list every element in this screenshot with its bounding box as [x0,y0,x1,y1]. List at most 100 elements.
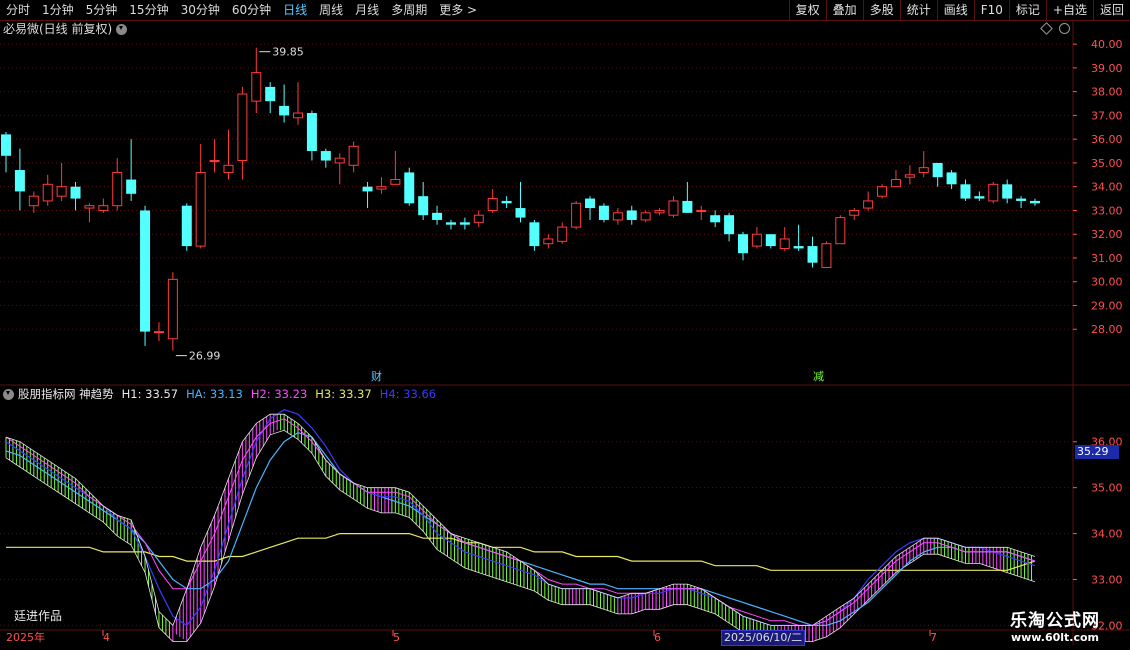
date-axis: 2025年 4 5 6 7 [0,631,1075,645]
date-label-jun: 6 [654,631,661,644]
candle-body-3 [42,183,53,202]
candle-body-37 [515,208,526,218]
candle-body-34 [473,214,484,223]
ind-line-h1 [5,413,1036,627]
candle-body-18 [251,72,262,102]
candle-body-43 [598,205,609,220]
candle-body-4 [56,186,67,197]
date-label-apr: 4 [103,631,110,644]
candle-body-55 [765,234,776,247]
candle-body-19 [265,86,276,102]
candle-body-50 [696,209,707,212]
candle-body-73 [1016,198,1027,201]
price-axis-label-6: 34.00 [1091,181,1123,194]
candle-body-15 [209,160,220,163]
candle-body-17 [237,93,248,162]
candle-body-27 [376,186,387,190]
price-axis-label-2: 38.00 [1091,86,1123,99]
watermark-title: 乐淘公式网 [1010,611,1100,631]
candle-body-71 [988,183,999,202]
price-axis-label-0: 40.00 [1091,38,1123,51]
tag-reduce[interactable]: 减 [813,371,824,383]
candle-body-74 [1030,200,1040,204]
stock-chart[interactable]: 40.00 39.00 38.00 37.00 36.00 35.00 34.00 33.00… [0,0,1130,650]
candle-body-44 [612,212,623,221]
candle-body-67 [932,162,943,178]
candle-body-22 [306,113,317,152]
price-axis-label-10: 30.00 [1091,276,1123,289]
candle-body-61 [849,209,860,216]
candle-body-2 [28,195,39,207]
candle-body-72 [1002,184,1013,199]
candle-body-11 [153,331,164,334]
cursor-date-badge: 2025/06/10/二 [721,630,806,646]
candle-body-12 [167,278,178,340]
ind-line-ha [5,431,1036,626]
candle-body-68 [946,172,957,185]
date-label-year: 2025年 [6,631,45,644]
date-label-may: 5 [393,631,400,644]
candle-body-49 [682,200,693,213]
ind-axis-label-1: 35.00 [1091,482,1123,495]
current-indicator-value: 35.29 [1075,445,1119,459]
candle-body-66 [918,167,929,173]
ind-line-h2 [5,418,1036,626]
candle-body-1 [14,170,25,192]
candle-body-35 [487,198,498,211]
candle-body-21 [293,112,304,119]
candle-body-0 [1,134,11,156]
candle-body-48 [668,200,679,216]
candle-body-7 [98,205,109,211]
price-axis-label-8: 32.00 [1091,228,1123,241]
price-axis-label-9: 31.00 [1091,252,1123,265]
candle-body-28 [390,179,401,185]
candle-body-33 [459,222,470,225]
candle-body-52 [724,215,735,235]
candle-body-36 [501,200,512,204]
candle-body-41 [571,202,582,228]
candle-body-63 [877,186,888,197]
price-axis-label-4: 36.00 [1091,133,1123,146]
candle-body-9 [126,179,137,194]
author-label: 廷进作品 [14,609,63,623]
candle-body-57 [793,246,804,249]
candle-body-8 [112,171,123,207]
candle-body-29 [404,172,415,204]
date-label-jul: 7 [930,631,937,644]
candle-body-56 [779,238,790,249]
candle-body-5 [70,186,81,199]
high-price-label: 39.85 [272,46,304,59]
candle-body-13 [181,205,192,247]
candle-body-42 [585,198,596,209]
candle-body-45 [626,210,637,220]
candle-body-16 [223,164,234,173]
candle-body-47 [654,209,665,214]
candle-body-25 [348,145,359,166]
candle-body-51 [710,215,721,223]
candle-body-20 [279,105,290,116]
candle-body-40 [557,226,568,242]
tag-fin[interactable]: 财 [371,371,382,383]
price-axis-label-11: 29.00 [1091,299,1123,312]
candle-body-62 [863,200,874,209]
watermark-url: www.60lt.com [1010,631,1100,644]
candle-body-64 [890,179,901,188]
ind-axis-label-2: 34.00 [1091,528,1123,541]
candle-body-54 [751,233,762,247]
candle-body-69 [960,184,971,199]
candle-body-46 [640,212,651,221]
candle-body-30 [418,196,429,216]
price-axis-label-1: 39.00 [1091,62,1123,75]
candle-body-23 [320,151,331,161]
candle-body-32 [445,222,456,225]
watermark: 乐淘公式网 www.60lt.com [985,606,1125,644]
price-axis-label-5: 35.00 [1091,157,1123,170]
candle-body-53 [737,234,748,254]
candle-body-60 [835,217,846,245]
candle-body-38 [529,222,540,247]
ind-line-lower [5,429,1036,642]
candle-body-10 [140,210,151,332]
price-axis-label-3: 37.00 [1091,109,1123,122]
candle-body-59 [821,243,832,268]
low-price-label: 26.99 [189,350,221,363]
